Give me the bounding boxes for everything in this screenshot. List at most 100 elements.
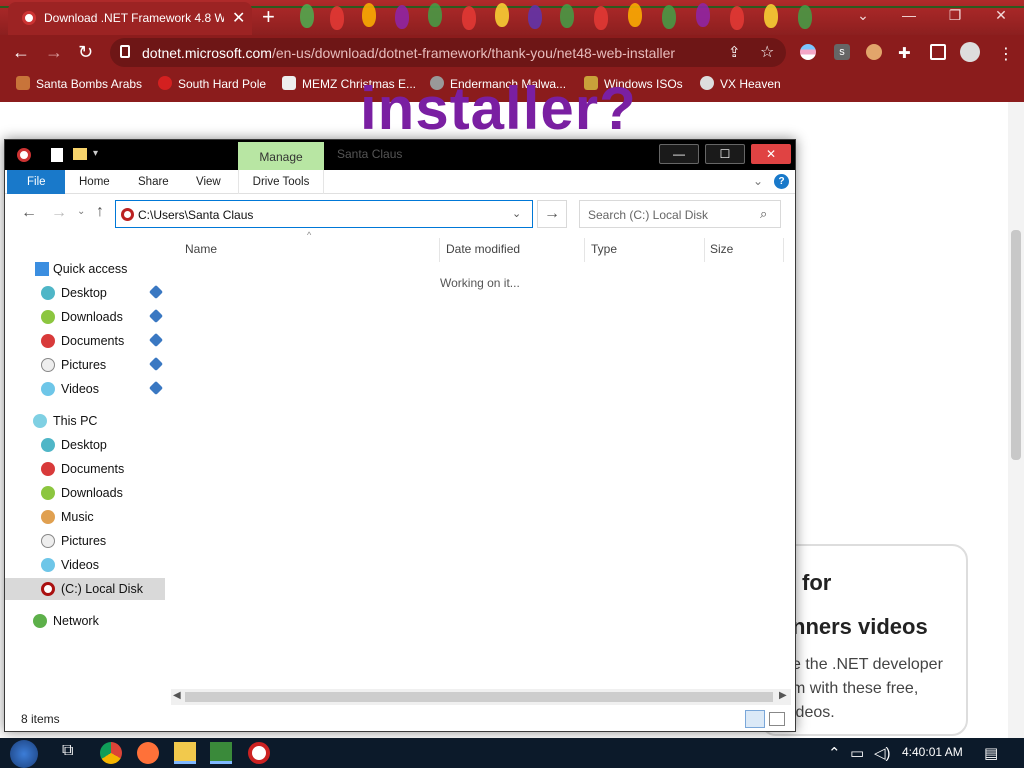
bookmark-item[interactable]: Santa Bombs Arabs bbox=[16, 76, 142, 91]
nav-quick-desktop[interactable]: Desktop bbox=[5, 282, 165, 304]
details-view-icon[interactable] bbox=[745, 710, 765, 728]
back-icon[interactable]: ← bbox=[12, 42, 30, 63]
tab-view[interactable]: View bbox=[196, 170, 221, 194]
nav-pc-downloads[interactable]: Downloads bbox=[5, 482, 165, 504]
explorer-maximize-button[interactable]: ☐ bbox=[705, 144, 745, 164]
column-type[interactable]: Type bbox=[591, 242, 617, 256]
tab-home[interactable]: Home bbox=[79, 170, 110, 194]
search-placeholder: Search (C:) Local Disk bbox=[588, 208, 709, 222]
horizontal-scroll-thumb[interactable] bbox=[185, 692, 773, 702]
nav-pc-local-disk[interactable]: (C:) Local Disk bbox=[5, 578, 165, 600]
explorer-close-button[interactable]: ✕ bbox=[751, 144, 791, 164]
explorer-app-icon[interactable] bbox=[17, 148, 31, 162]
back-icon[interactable]: ← bbox=[21, 204, 37, 222]
lock-icon[interactable] bbox=[120, 45, 130, 58]
forward-icon[interactable]: → bbox=[45, 42, 63, 63]
share-icon[interactable]: ⇪ bbox=[728, 43, 741, 61]
ornament-icon bbox=[41, 534, 55, 548]
nav-pc-documents[interactable]: Documents bbox=[5, 458, 165, 480]
profile-icon[interactable] bbox=[960, 42, 980, 62]
help-icon[interactable]: ? bbox=[774, 174, 789, 189]
light-bulb-decoration bbox=[395, 5, 409, 29]
column-divider[interactable] bbox=[704, 238, 705, 262]
notifications-icon[interactable]: ▤ bbox=[984, 744, 998, 762]
restore-button[interactable]: ❐ bbox=[932, 0, 978, 30]
ribbon-expand-icon[interactable]: ⌄ bbox=[753, 174, 763, 188]
light-bulb-decoration bbox=[662, 5, 676, 29]
column-size[interactable]: Size bbox=[710, 242, 733, 256]
file-explorer-taskbar-icon[interactable] bbox=[174, 742, 196, 764]
light-bulb-decoration bbox=[798, 5, 812, 29]
ornament-icon bbox=[41, 486, 55, 500]
extension-avatar-icon[interactable] bbox=[866, 44, 882, 60]
column-divider[interactable] bbox=[439, 238, 440, 262]
volume-icon[interactable]: ◁) bbox=[874, 744, 891, 762]
extensions-icon[interactable]: ✚ bbox=[898, 44, 914, 62]
nav-network[interactable]: Network bbox=[5, 610, 165, 632]
bookmark-label: VX Heaven bbox=[720, 77, 781, 91]
star-icon[interactable]: ☆ bbox=[760, 42, 774, 62]
tab-file[interactable]: File bbox=[7, 170, 65, 194]
scroll-right-icon[interactable]: ▶ bbox=[779, 690, 787, 701]
horizontal-scrollbar[interactable]: ◀ ▶ bbox=[171, 689, 791, 705]
qat-dropdown-icon[interactable]: ▾ bbox=[93, 148, 98, 159]
app-taskbar-icon[interactable] bbox=[210, 742, 232, 764]
search-input[interactable]: Search (C:) Local Disk ⌕ bbox=[579, 200, 781, 228]
column-divider[interactable] bbox=[783, 238, 784, 262]
up-icon[interactable]: ↑ bbox=[96, 203, 104, 221]
new-folder-icon[interactable] bbox=[73, 148, 87, 160]
column-name[interactable]: Name bbox=[185, 242, 217, 256]
large-icons-view-icon[interactable] bbox=[769, 712, 785, 726]
menu-icon[interactable]: ⋮ bbox=[998, 44, 1014, 63]
extension-s-icon[interactable]: s bbox=[834, 44, 850, 60]
forward-icon[interactable]: → bbox=[51, 204, 67, 222]
address-text[interactable]: C:\Users\Santa Claus bbox=[138, 208, 253, 222]
bookmark-icon bbox=[16, 76, 30, 90]
tab-drive-tools[interactable]: Drive Tools bbox=[238, 170, 324, 194]
address-bar[interactable]: dotnet.microsoft.com/en-us/download/dotn… bbox=[110, 38, 786, 67]
browser-tab-active[interactable]: Download .NET Framework 4.8 W ✕ bbox=[8, 2, 252, 35]
column-date-modified[interactable]: Date modified bbox=[446, 242, 520, 256]
santa-app-taskbar-icon[interactable] bbox=[248, 742, 270, 764]
extension-flag-icon[interactable] bbox=[800, 44, 816, 60]
address-dropdown-icon[interactable]: ⌄ bbox=[512, 207, 521, 220]
scroll-left-icon[interactable]: ◀ bbox=[173, 690, 181, 701]
nav-label: (C:) Local Disk bbox=[61, 582, 143, 596]
show-hidden-icons-icon[interactable]: ⌃ bbox=[828, 744, 841, 762]
bookmark-item[interactable]: South Hard Pole bbox=[158, 76, 266, 91]
clock[interactable]: 4:40:01 AM bbox=[902, 745, 963, 759]
firefox-taskbar-icon[interactable] bbox=[137, 742, 159, 764]
nav-quick-downloads[interactable]: Downloads bbox=[5, 306, 165, 328]
minimize-button[interactable]: — bbox=[886, 0, 932, 30]
column-divider[interactable] bbox=[584, 238, 585, 262]
nav-quick-videos[interactable]: Videos bbox=[5, 378, 165, 400]
sidebar-icon[interactable] bbox=[930, 44, 946, 60]
nav-quick-access[interactable]: Quick access bbox=[5, 258, 165, 280]
tab-close-icon[interactable]: ✕ bbox=[232, 8, 245, 28]
manage-tab-group[interactable]: Manage bbox=[238, 142, 324, 170]
reload-icon[interactable]: ↻ bbox=[78, 42, 93, 63]
task-view-icon[interactable]: ⧉ bbox=[62, 742, 84, 764]
tab-share[interactable]: Share bbox=[138, 170, 169, 194]
close-window-button[interactable]: ✕ bbox=[978, 0, 1024, 30]
nav-quick-documents[interactable]: Documents bbox=[5, 330, 165, 352]
file-explorer-window: ▾ Manage Santa Claus — ☐ ✕ File Home Sha… bbox=[4, 139, 796, 732]
nav-pc-desktop[interactable]: Desktop bbox=[5, 434, 165, 456]
recent-locations-icon[interactable]: ⌄ bbox=[77, 206, 85, 217]
chrome-taskbar-icon[interactable] bbox=[100, 742, 122, 764]
address-field[interactable]: C:\Users\Santa Claus ⌄ bbox=[115, 200, 533, 228]
nav-quick-pictures[interactable]: Pictures bbox=[5, 354, 165, 376]
nav-this-pc[interactable]: This PC bbox=[5, 410, 165, 432]
go-button[interactable]: → bbox=[537, 200, 567, 228]
nav-pc-videos[interactable]: Videos bbox=[5, 554, 165, 576]
bookmark-item[interactable]: VX Heaven bbox=[700, 76, 781, 91]
new-tab-button[interactable]: + bbox=[262, 4, 275, 30]
explorer-minimize-button[interactable]: — bbox=[659, 144, 699, 164]
start-button[interactable] bbox=[10, 740, 38, 768]
properties-icon[interactable] bbox=[51, 148, 63, 162]
nav-pc-pictures[interactable]: Pictures bbox=[5, 530, 165, 552]
page-scroll-thumb[interactable] bbox=[1011, 230, 1021, 460]
tab-search-button[interactable]: ⌄ bbox=[840, 0, 886, 30]
nav-pc-music[interactable]: Music bbox=[5, 506, 165, 528]
network-tray-icon[interactable]: ▭ bbox=[850, 744, 864, 762]
